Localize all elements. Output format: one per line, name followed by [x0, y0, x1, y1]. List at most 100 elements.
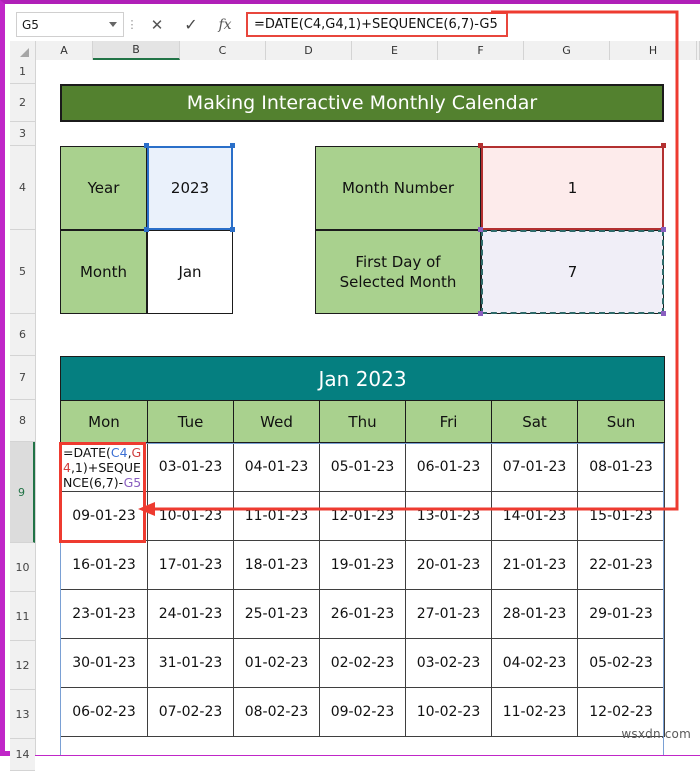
row-header-6[interactable]: 6: [10, 314, 35, 356]
selection-handle-br[interactable]: [230, 227, 235, 232]
calendar-date-cell[interactable]: 01-02-23: [233, 638, 320, 688]
calendar-date-cell[interactable]: 09-01-23: [60, 491, 148, 541]
calendar-date-cell[interactable]: 05-02-23: [576, 638, 666, 688]
calendar-date-cell[interactable]: 23-01-23: [60, 589, 148, 639]
day-header-wed: Wed: [233, 400, 320, 443]
column-header-e[interactable]: E: [352, 41, 438, 60]
calendar-date-cell[interactable]: 08-02-23: [233, 687, 320, 737]
column-header-d[interactable]: D: [266, 41, 352, 60]
calendar-date-cell[interactable]: 26-01-23: [319, 589, 406, 639]
formula-text: =DATE(C4,G4,1)+SEQUENCE(6,7)-G5: [254, 17, 498, 32]
row-header-11[interactable]: 11: [10, 592, 35, 641]
calendar-date-cell[interactable]: 10-02-23: [405, 687, 492, 737]
calendar-date-cell[interactable]: 16-01-23: [60, 540, 148, 590]
calendar-date-cell[interactable]: 07-01-23: [491, 442, 578, 492]
month-number-label-text: Month Number: [341, 179, 455, 197]
calendar-date-cell[interactable]: 10-01-23: [147, 491, 234, 541]
year-value-cell[interactable]: 2023: [147, 146, 233, 230]
calendar-date-cell[interactable]: 07-02-23: [147, 687, 234, 737]
row-header-1[interactable]: 1: [10, 60, 35, 84]
calendar-date-cell[interactable]: 05-01-23: [319, 442, 406, 492]
calendar-date-cell[interactable]: 12-01-23: [319, 491, 406, 541]
calendar-date-cell[interactable]: 11-02-23: [491, 687, 578, 737]
calendar-date-cell[interactable]: 19-01-23: [319, 540, 406, 590]
row-header-12[interactable]: 12: [10, 641, 35, 690]
first-day-label-line2: Selected Month: [339, 273, 457, 291]
vertical-dots-icon[interactable]: ⋮: [124, 19, 140, 30]
column-header-h[interactable]: H: [610, 41, 697, 60]
month-value-cell[interactable]: Jan: [147, 230, 233, 314]
row-header-2[interactable]: 2: [10, 84, 35, 122]
year-label: Year: [60, 146, 147, 230]
row-header-14[interactable]: 14: [10, 739, 35, 771]
calendar-formula-cell[interactable]: =DATE(C4,G4,1)+SEQUENCE(6,7)-G5: [60, 442, 148, 492]
row-header-8[interactable]: 8: [10, 400, 35, 442]
row-header-13[interactable]: 13: [10, 690, 35, 739]
calendar-date-cell[interactable]: 03-01-23: [147, 442, 234, 492]
column-header-g[interactable]: G: [524, 41, 610, 60]
calendar-date-cell[interactable]: 06-02-23: [60, 687, 148, 737]
trace-handle-g4-tr[interactable]: [661, 143, 666, 148]
month-value-text: Jan: [178, 263, 202, 281]
calendar-table[interactable]: Jan 2023 Mon Tue Wed Thu Fri Sat Sun =DATE(C4,G4…: [59, 356, 666, 737]
calendar-date-cell[interactable]: 15-01-23: [576, 491, 666, 541]
calendar-date-cell[interactable]: 02-02-23: [319, 638, 406, 688]
selection-handle-tl[interactable]: [144, 143, 149, 148]
select-all-corner[interactable]: [10, 41, 36, 60]
first-day-value-cell[interactable]: 7: [481, 230, 664, 314]
calendar-date-cell[interactable]: 04-01-23: [233, 442, 320, 492]
formula-input[interactable]: =DATE(C4,G4,1)+SEQUENCE(6,7)-G5: [246, 12, 508, 37]
row-headers: 1 2 3 4 5 6 7 8 9 10 11 12 13 14: [10, 60, 36, 771]
row-header-9[interactable]: 9: [10, 442, 35, 543]
marquee-handle-g5-bl[interactable]: [478, 311, 483, 316]
title-banner: Making Interactive Monthly Calendar: [60, 84, 664, 122]
calendar-date-cell[interactable]: 06-01-23: [405, 442, 492, 492]
calendar-date-cell[interactable]: 14-01-23: [491, 491, 578, 541]
marquee-handle-g5-tl[interactable]: [478, 227, 483, 232]
row-header-7[interactable]: 7: [10, 356, 35, 400]
row-header-3[interactable]: 3: [10, 122, 35, 146]
column-header-c[interactable]: C: [180, 41, 266, 60]
calendar-date-cell[interactable]: 20-01-23: [405, 540, 492, 590]
calendar-date-cell[interactable]: 27-01-23: [405, 589, 492, 639]
marquee-handle-g5-br[interactable]: [661, 311, 666, 316]
calendar-date-cell[interactable]: 22-01-23: [576, 540, 666, 590]
insert-function-icon[interactable]: fx: [208, 12, 242, 38]
day-header-fri: Fri: [405, 400, 492, 443]
confirm-formula-button[interactable]: ✓: [174, 12, 208, 38]
calendar-date-cell[interactable]: 09-02-23: [319, 687, 406, 737]
trace-handle-g4-tl[interactable]: [478, 143, 483, 148]
calendar-date-cell[interactable]: 31-01-23: [147, 638, 234, 688]
calendar-date-cell[interactable]: 30-01-23: [60, 638, 148, 688]
row-header-10[interactable]: 10: [10, 543, 35, 592]
selection-handle-tr[interactable]: [230, 143, 235, 148]
calendar-date-cell[interactable]: 25-01-23: [233, 589, 320, 639]
calendar-date-cell[interactable]: 13-01-23: [405, 491, 492, 541]
column-header-a[interactable]: A: [36, 41, 93, 60]
calendar-week-row: 16-01-23 17-01-23 18-01-23 19-01-23 20-01-23…: [60, 540, 666, 590]
calendar-date-cell[interactable]: 03-02-23: [405, 638, 492, 688]
cancel-formula-button[interactable]: ✕: [140, 12, 174, 38]
calendar-date-cell[interactable]: 08-01-23: [576, 442, 666, 492]
calendar-date-cell[interactable]: 24-01-23: [147, 589, 234, 639]
calendar-date-cell[interactable]: 28-01-23: [491, 589, 578, 639]
day-header-sat: Sat: [491, 400, 578, 443]
selection-handle-bl[interactable]: [144, 227, 149, 232]
row-header-5[interactable]: 5: [10, 230, 35, 314]
calendar-date-cell[interactable]: 11-01-23: [233, 491, 320, 541]
row-header-4[interactable]: 4: [10, 146, 35, 230]
column-header-f[interactable]: F: [438, 41, 524, 60]
calendar-date-cell[interactable]: 17-01-23: [147, 540, 234, 590]
column-header-b[interactable]: B: [93, 41, 180, 60]
name-box[interactable]: G5: [16, 12, 124, 37]
calendar-date-cell[interactable]: 29-01-23: [576, 589, 666, 639]
calendar-date-cell[interactable]: 18-01-23: [233, 540, 320, 590]
chevron-down-icon[interactable]: [109, 22, 117, 27]
calendar-date-cell[interactable]: 04-02-23: [491, 638, 578, 688]
day-header-thu: Thu: [319, 400, 406, 443]
calendar-date-cell[interactable]: 21-01-23: [491, 540, 578, 590]
marquee-handle-g5-tr[interactable]: [661, 227, 666, 232]
worksheet-grid[interactable]: Making Interactive Monthly Calendar Year…: [36, 60, 700, 755]
name-box-value: G5: [22, 17, 39, 32]
month-number-value-cell[interactable]: 1: [481, 146, 664, 230]
